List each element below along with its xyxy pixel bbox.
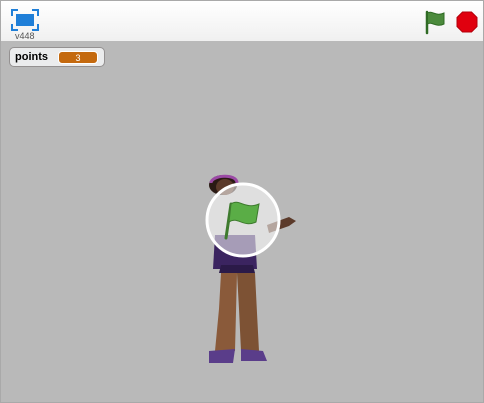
variable-label: points — [15, 51, 48, 63]
player-toolbar: v448 — [1, 1, 483, 42]
stage[interactable]: points 3 — [1, 41, 483, 402]
play-flag-overlay-icon[interactable] — [205, 182, 281, 258]
green-flag-button[interactable] — [422, 9, 448, 35]
stop-button[interactable] — [456, 11, 478, 33]
variable-value: 3 — [58, 51, 98, 64]
scratch-player: v448 points 3 — [0, 0, 484, 403]
variable-monitor: points 3 — [9, 47, 105, 67]
fullscreen-icon[interactable] — [11, 9, 39, 31]
version-label: v448 — [15, 31, 35, 41]
